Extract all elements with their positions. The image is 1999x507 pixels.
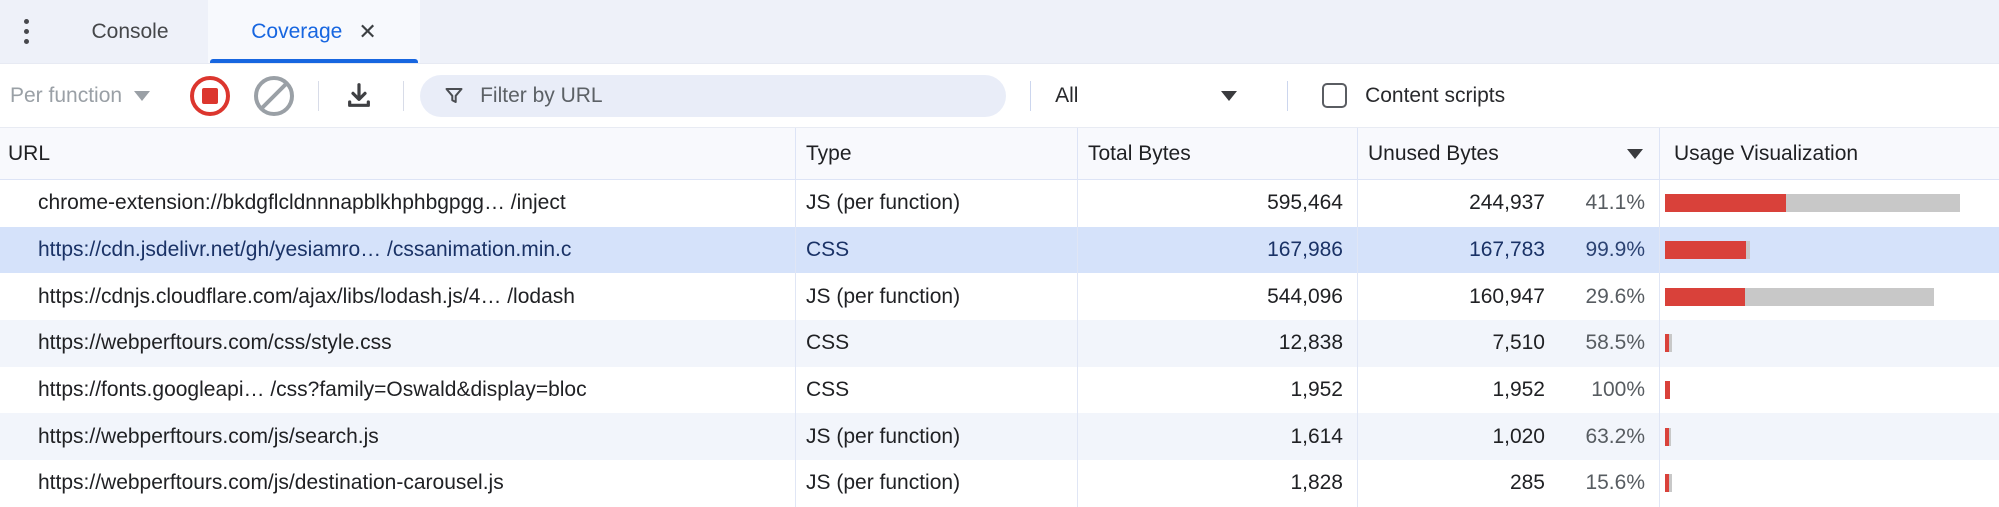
toolbar-divider — [318, 81, 319, 111]
coverage-mode-dropdown[interactable]: Per function — [10, 84, 150, 108]
total-bytes-cell: 544,096 — [1078, 273, 1358, 320]
toolbar-divider — [403, 81, 404, 111]
type-cell: JS (per function) — [796, 413, 1078, 460]
usage-visualization-cell — [1660, 180, 1999, 227]
chevron-down-icon — [134, 91, 150, 101]
table-row[interactable]: https://webperftours.com/js/destination-… — [0, 460, 1999, 507]
sort-descending-icon — [1627, 149, 1643, 159]
table-row[interactable]: https://webperftours.com/js/search.js JS… — [0, 413, 1999, 460]
total-bytes-cell: 595,464 — [1078, 180, 1358, 227]
toolbar-divider — [1287, 81, 1288, 111]
table-header: URL Type Total Bytes Unused Bytes Usage … — [0, 128, 1999, 180]
unused-bytes-cell: 167,78399.9% — [1358, 227, 1660, 274]
table-row[interactable]: chrome-extension://bkdgflcldnnnapblkhphb… — [0, 180, 1999, 227]
used-bar-segment — [1745, 288, 1934, 306]
column-header-type[interactable]: Type — [796, 128, 1078, 179]
used-bar-segment — [1669, 334, 1672, 352]
url-filter[interactable] — [420, 75, 1006, 117]
export-coverage-button[interactable] — [339, 76, 379, 116]
tab-console[interactable]: Console — [52, 0, 208, 63]
usage-bar — [1665, 381, 1670, 399]
unused-bytes-cell: 28515.6% — [1358, 460, 1660, 507]
filter-funnel-icon — [442, 84, 466, 108]
column-header-url[interactable]: URL — [0, 128, 796, 179]
type-cell: CSS — [796, 367, 1078, 414]
url-cell: https://cdnjs.cloudflare.com/ajax/libs/l… — [0, 273, 796, 320]
type-cell: CSS — [796, 227, 1078, 274]
total-bytes-cell: 167,986 — [1078, 227, 1358, 274]
type-cell: JS (per function) — [796, 180, 1078, 227]
url-cell: https://fonts.googleapi… /css?family=Osw… — [0, 367, 796, 414]
unused-bytes-cell: 7,51058.5% — [1358, 320, 1660, 367]
total-bytes-cell: 12,838 — [1078, 320, 1358, 367]
url-cell: chrome-extension://bkdgflcldnnnapblkhphb… — [0, 180, 796, 227]
tab-label: Console — [91, 20, 168, 44]
total-bytes-cell: 1,614 — [1078, 413, 1358, 460]
usage-visualization-cell — [1660, 227, 1999, 274]
usage-bar — [1665, 194, 1960, 212]
unused-bar-segment — [1665, 381, 1670, 399]
close-tab-icon[interactable]: ✕ — [358, 21, 376, 43]
used-bar-segment — [1669, 474, 1672, 492]
total-bytes-cell: 1,952 — [1078, 367, 1358, 414]
column-header-unused-bytes[interactable]: Unused Bytes — [1358, 128, 1660, 179]
tab-bar: Console Coverage ✕ — [0, 0, 1999, 64]
column-header-total-bytes[interactable]: Total Bytes — [1078, 128, 1358, 179]
usage-visualization-cell — [1660, 413, 1999, 460]
content-scripts-checkbox[interactable] — [1322, 83, 1347, 108]
table-row[interactable]: https://cdn.jsdelivr.net/gh/yesiamro… /c… — [0, 227, 1999, 274]
usage-bar — [1665, 288, 1934, 306]
active-tab-underline — [210, 59, 418, 63]
type-cell: JS (per function) — [796, 460, 1078, 507]
clear-coverage-button[interactable] — [254, 76, 294, 116]
stop-recording-button[interactable] — [190, 76, 230, 116]
chevron-down-icon — [1221, 91, 1237, 101]
total-bytes-cell: 1,828 — [1078, 460, 1358, 507]
type-cell: JS (per function) — [796, 273, 1078, 320]
filter-by-url-input[interactable] — [480, 84, 940, 108]
unused-bytes-cell: 160,94729.6% — [1358, 273, 1660, 320]
unused-bytes-cell: 244,93741.1% — [1358, 180, 1660, 227]
usage-bar — [1665, 428, 1671, 446]
stop-square-icon — [202, 88, 218, 104]
column-header-usage-visualization[interactable]: Usage Visualization — [1660, 128, 1999, 179]
tab-coverage[interactable]: Coverage ✕ — [208, 0, 420, 63]
table-body: chrome-extension://bkdgflcldnnnapblkhphb… — [0, 180, 1999, 507]
used-bar-segment — [1746, 241, 1750, 259]
usage-bar — [1665, 334, 1672, 352]
usage-visualization-cell — [1660, 320, 1999, 367]
usage-visualization-cell — [1660, 460, 1999, 507]
unused-bar-segment — [1665, 194, 1786, 212]
table-row[interactable]: https://fonts.googleapi… /css?family=Osw… — [0, 367, 1999, 414]
coverage-mode-value: Per function — [10, 84, 122, 108]
unused-bytes-cell: 1,952100% — [1358, 367, 1660, 414]
content-scripts-label: Content scripts — [1365, 84, 1505, 108]
unused-bar-segment — [1665, 288, 1745, 306]
usage-bar — [1665, 474, 1672, 492]
unused-bytes-cell: 1,02063.2% — [1358, 413, 1660, 460]
vertical-dots-icon — [24, 19, 29, 44]
more-options-button[interactable] — [0, 0, 52, 63]
url-cell: https://webperftours.com/css/style.css — [0, 320, 796, 367]
content-scripts-toggle[interactable]: Content scripts — [1322, 83, 1505, 108]
type-filter-dropdown[interactable]: All — [1031, 64, 1263, 127]
table-row[interactable]: https://webperftours.com/css/style.css C… — [0, 320, 1999, 367]
unused-bar-segment — [1665, 241, 1746, 259]
usage-bar — [1665, 241, 1750, 259]
type-filter-value: All — [1055, 84, 1078, 108]
used-bar-segment — [1786, 194, 1960, 212]
url-cell: https://webperftours.com/js/destination-… — [0, 460, 796, 507]
coverage-toolbar: Per function All — [0, 64, 1999, 128]
tab-label: Coverage — [251, 20, 342, 44]
used-bar-segment — [1669, 428, 1671, 446]
type-cell: CSS — [796, 320, 1078, 367]
download-icon — [343, 80, 375, 112]
usage-visualization-cell — [1660, 367, 1999, 414]
url-cell: https://cdn.jsdelivr.net/gh/yesiamro… /c… — [0, 227, 796, 274]
devtools-coverage-panel: Console Coverage ✕ Per function — [0, 0, 1999, 507]
table-row[interactable]: https://cdnjs.cloudflare.com/ajax/libs/l… — [0, 273, 1999, 320]
usage-visualization-cell — [1660, 273, 1999, 320]
url-cell: https://webperftours.com/js/search.js — [0, 413, 796, 460]
